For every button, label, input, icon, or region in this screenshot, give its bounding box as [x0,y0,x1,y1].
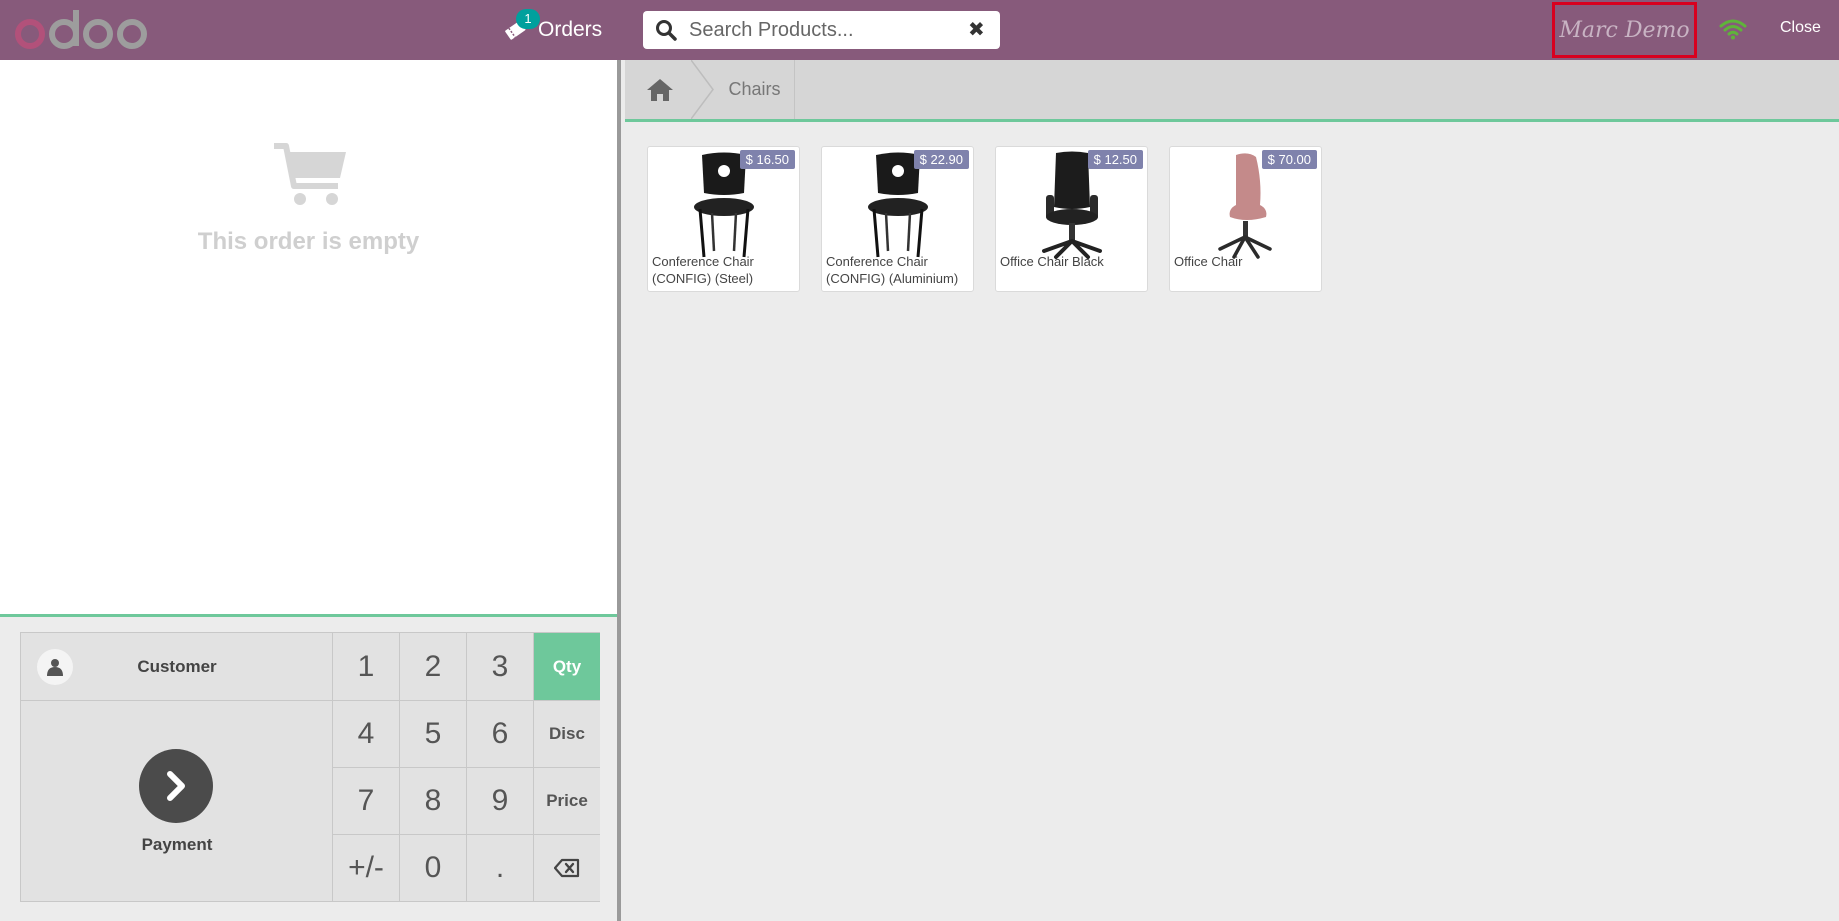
wifi-icon [1719,19,1747,40]
numpad-key-6[interactable]: 6 [467,701,534,768]
product-card[interactable]: $ 16.50 Conference Chair (CONFIG) (Steel… [647,146,800,292]
backspace-icon [554,858,580,878]
product-price: $ 12.50 [1087,150,1143,169]
product-name: Office Chair Black [1000,254,1104,269]
mode-disc-button[interactable]: Disc [534,701,600,768]
orders-label: Orders [538,18,603,41]
numpad-key-0[interactable]: 0 [400,835,467,901]
payment-circle [139,749,213,823]
breadcrumb: Chairs [625,60,1839,122]
pad-box: Customer Payment 1 2 3 Qty 4 5 6 Disc 7 … [20,632,600,902]
home-button[interactable] [625,60,695,119]
odoo-logo [15,10,147,49]
orders-count-badge: 1 [516,9,540,29]
numpad-key-8[interactable]: 8 [400,768,467,835]
shopping-cart-icon [274,143,346,205]
product-list: $ 16.50 Conference Chair (CONFIG) (Steel… [647,146,1322,292]
chevron-right-icon [167,771,185,801]
product-name: Conference Chair (CONFIG) (Aluminium) [826,254,959,286]
numpad-key-5[interactable]: 5 [400,701,467,768]
numpad-key-plus-minus[interactable]: +/- [333,835,400,901]
product-price: $ 16.50 [739,150,795,169]
search-icon [656,20,677,41]
left-pane: This order is empty Customer Payment 1 2… [0,60,621,921]
numpad-key-9[interactable]: 9 [467,768,534,835]
payment-button[interactable]: Payment [21,701,333,901]
product-name: Conference Chair (CONFIG) (Steel) [652,254,754,286]
numpad: 1 2 3 Qty 4 5 6 Disc 7 8 9 Price +/- 0 . [333,633,600,901]
pos-header: 1 Orders ✖ Marc Demo Close [0,0,1839,60]
backspace-button[interactable] [534,835,600,901]
control-pads: Customer Payment 1 2 3 Qty 4 5 6 Disc 7 … [0,614,617,921]
product-name: Office Chair [1174,254,1243,269]
numpad-key-4[interactable]: 4 [333,701,400,768]
search-input[interactable] [689,18,949,42]
numpad-key-2[interactable]: 2 [400,633,467,701]
breadcrumb-category[interactable]: Chairs [715,60,795,119]
numpad-key-7[interactable]: 7 [333,768,400,835]
numpad-key-1[interactable]: 1 [333,633,400,701]
breadcrumb-separator [691,60,714,119]
customer-button[interactable]: Customer [21,633,333,701]
clear-search-icon[interactable]: ✖ [968,20,986,40]
product-card[interactable]: $ 12.50 Office Chair Black [995,146,1148,292]
customer-label: Customer [137,656,217,676]
close-button[interactable]: Close [1780,19,1821,37]
home-icon [647,78,673,101]
product-card[interactable]: $ 22.90 Conference Chair (CONFIG) (Alumi… [821,146,974,292]
ticket-icon: 1 [502,9,540,43]
cashier-name[interactable]: Marc Demo [1552,2,1697,58]
product-card[interactable]: $ 70.00 Office Chair [1169,146,1322,292]
right-pane: Chairs $ 16.50 Conference Chair (CONFIG)… [625,60,1839,921]
numpad-key-dot[interactable]: . [467,835,534,901]
payment-label: Payment [141,835,213,854]
empty-order-message: This order is empty [197,228,420,255]
order-container: This order is empty [0,60,617,614]
mode-qty-button[interactable]: Qty [534,633,600,701]
mode-price-button[interactable]: Price [534,768,600,835]
numpad-key-3[interactable]: 3 [467,633,534,701]
product-price: $ 22.90 [913,150,969,169]
product-price: $ 70.00 [1261,150,1317,169]
orders-button[interactable]: 1 Orders [502,0,602,60]
search-bar: ✖ [643,11,1000,49]
